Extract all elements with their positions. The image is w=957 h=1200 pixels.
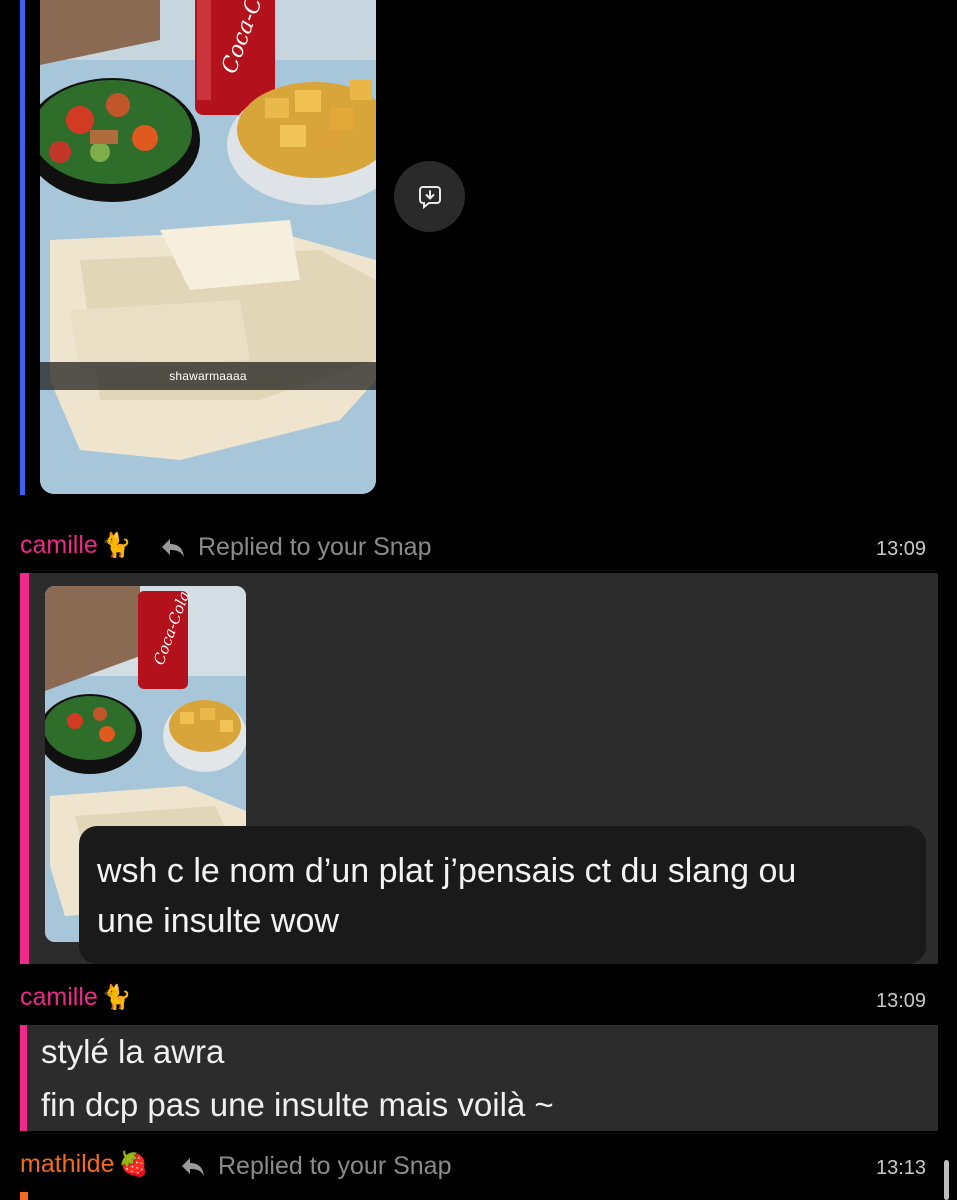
reply-indicator: Replied to your Snap xyxy=(180,1152,451,1181)
reply-indicator: Replied to your Snap xyxy=(160,533,431,562)
message-time: 13:09 xyxy=(876,538,927,560)
snap-caption: shawarmaaaa xyxy=(169,369,247,383)
reply-card-bar xyxy=(20,573,29,964)
reply-message-bubble[interactable]: wsh c le nom d’un plat j’pensais ct du s… xyxy=(79,826,926,964)
text-message-bar xyxy=(20,1025,27,1131)
save-to-chat-button[interactable] xyxy=(394,161,465,232)
reply-arrow-icon xyxy=(162,538,184,557)
message-text-line: stylé la awra xyxy=(41,1033,225,1070)
sender-emoji: 🍓 xyxy=(118,1151,149,1178)
message-bar xyxy=(20,1192,28,1200)
save-to-chat-icon xyxy=(418,185,441,209)
message-text-line: une insulte wow xyxy=(97,902,339,940)
message-sender[interactable]: camille 🐈 xyxy=(20,983,132,1012)
message-text-line: fin dcp pas une insulte mais voilà ~ xyxy=(41,1086,554,1123)
sender-emoji: 🐈 xyxy=(101,984,132,1011)
sender-emoji: 🐈 xyxy=(101,532,132,559)
message-time: 13:09 xyxy=(876,990,927,1012)
sender-name: mathilde xyxy=(20,1150,115,1178)
sender-name: camille xyxy=(20,983,98,1011)
message-time: 13:13 xyxy=(876,1157,927,1179)
scrollbar[interactable] xyxy=(944,1160,949,1200)
snap-thread-bar xyxy=(20,0,25,495)
snap-caption-strip: shawarmaaaa xyxy=(40,362,376,390)
message-sender[interactable]: camille 🐈 xyxy=(20,531,132,560)
reply-arrow-icon xyxy=(182,1157,204,1176)
snap-photo-image: Coca-Cola xyxy=(40,0,376,494)
message-sender[interactable]: mathilde 🍓 xyxy=(20,1150,148,1179)
sender-name: camille xyxy=(20,531,98,559)
reply-label: Replied to your Snap xyxy=(218,1152,452,1180)
message-text-line: wsh c le nom d’un plat j’pensais ct du s… xyxy=(97,852,797,890)
snap-photo[interactable]: Coca-Cola shawarmaaaa xyxy=(40,0,376,494)
reply-label: Replied to your Snap xyxy=(198,533,432,561)
